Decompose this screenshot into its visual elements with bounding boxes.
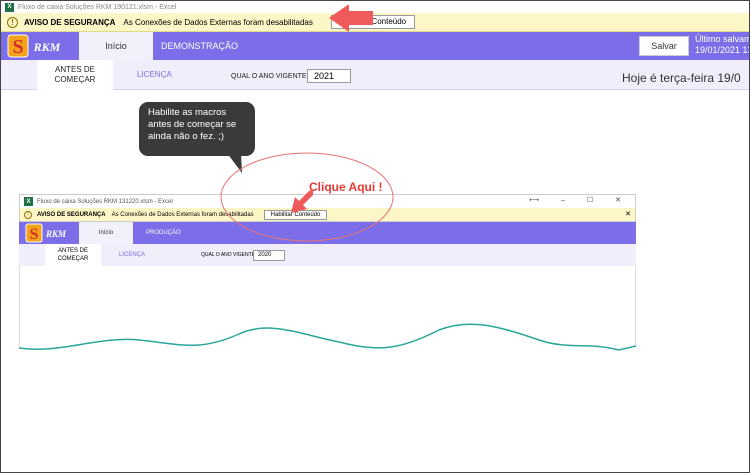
ribbon: S RKM Início DEMONSTRAÇÃO Salvar Último … — [1, 32, 749, 60]
rkm-logo: S RKM — [7, 34, 61, 58]
tab-antes-de-comecar[interactable]: ANTES DE COMEÇAR — [37, 60, 113, 90]
mini-shield-icon: ! — [24, 210, 32, 219]
shield-icon: ! — [7, 16, 18, 28]
tab-demonstracao[interactable]: DEMONSTRAÇÃO — [161, 32, 238, 60]
mini-sub-navigation: ANTES DE COMEÇAR LICENÇA QUAL O ANO VIGE… — [19, 244, 636, 266]
last-saved-info: Último salvam 19/01/2021 13 — [695, 34, 750, 56]
security-warning-bar: ! AVISO DE SEGURANÇA As Conexões de Dado… — [1, 13, 749, 32]
mini-tab-antes-line1: ANTES DE — [57, 248, 88, 254]
window-title: Fluxo de caixa Soluções RKM 190121.xlsm … — [18, 3, 177, 11]
tab-inicio[interactable]: Início — [79, 32, 153, 60]
mini-security-title: AVISO DE SEGURANÇA — [37, 211, 106, 218]
mini-tab-inicio: Início — [79, 222, 133, 244]
mini-close-icon: ✕ — [625, 211, 631, 218]
mini-year-label: QUAL O ANO VIGENTE ? — [201, 252, 260, 258]
mini-window-title: Fluxo de caixa Soluções RKM 131220.xlsm … — [37, 198, 173, 205]
tab-antes-line1: ANTES DE — [54, 65, 95, 74]
save-button[interactable]: Salvar — [639, 36, 689, 56]
last-saved-label: Último salvam — [695, 34, 750, 44]
mini-excel-icon: X — [24, 197, 33, 206]
arrow-pointer-icon-small — [291, 189, 313, 213]
mini-window-controls: ⟷ – ☐ ✕ — [529, 197, 631, 204]
security-warning-title: AVISO DE SEGURANÇA — [24, 17, 116, 27]
year-label: QUAL O ANO VIGENTE ? — [231, 73, 313, 80]
today-label: Hoje é terça-feira 19/0 — [622, 71, 741, 85]
mini-torn-body — [19, 266, 636, 351]
mini-rkm-logo: S RKM — [25, 223, 67, 243]
sub-navigation: ANTES DE COMEÇAR LICENÇA QUAL O ANO VIGE… — [1, 60, 749, 90]
mini-tab-producao: PRODUÇÃO — [146, 230, 181, 236]
tab-antes-line2: COMEÇAR — [54, 75, 96, 84]
mini-tab-antes-line2: COMEÇAR — [57, 256, 89, 262]
svg-text:S: S — [30, 226, 39, 243]
mini-year-value: 2020 — [253, 250, 285, 261]
speech-bubble: Habilite as macros antes de começar se a… — [139, 102, 255, 156]
arrow-pointer-icon — [329, 5, 373, 32]
year-input[interactable]: 2021 — [307, 69, 351, 83]
excel-icon: X — [5, 2, 14, 12]
mini-tab-licenca: LICENÇA — [119, 252, 146, 258]
security-warning-message: As Conexões de Dados Externas foram desa… — [123, 17, 313, 27]
screenshot-frame: X Fluxo de caixa Soluções RKM 190121.xls… — [0, 0, 750, 473]
svg-text:S: S — [12, 36, 23, 58]
click-here-label: Clique Aqui ! — [309, 180, 383, 194]
svg-text:RKM: RKM — [33, 40, 61, 54]
svg-text:RKM: RKM — [45, 229, 67, 239]
last-saved-date: 19/01/2021 13 — [695, 45, 750, 55]
mini-tab-antes-de-comecar: ANTES DE COMEÇAR — [45, 244, 101, 266]
window-titlebar: X Fluxo de caixa Soluções RKM 190121.xls… — [1, 1, 749, 13]
tab-licenca[interactable]: LICENÇA — [137, 70, 172, 79]
